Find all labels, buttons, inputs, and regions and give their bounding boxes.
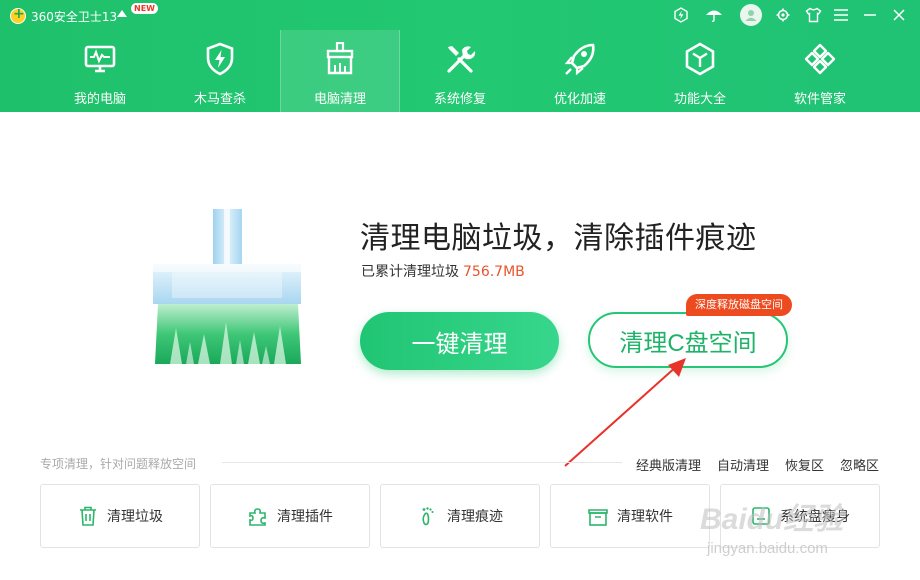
nav-label: 电脑清理 [313,92,366,107]
watermark-url: jingyan.baidu.com [707,540,828,557]
broom-illustration-icon [153,209,301,364]
umbrella-icon[interactable] [705,6,723,24]
nav-label: 木马查杀 [193,92,246,107]
box-icon [588,509,608,526]
auto-clean-link[interactable]: 自动清理 [717,455,769,474]
nav-item-my-computer[interactable]: 我的电脑 [40,30,160,112]
shield-bolt-icon [206,42,234,76]
nav-divider [399,30,400,112]
apps-icon [804,43,836,75]
clean-software-card[interactable]: 清理软件 [550,484,710,548]
card-label: 清理插件 [277,509,333,525]
clean-junk-card[interactable]: 清理垃圾 [40,484,200,548]
nav-divider [280,30,281,112]
skin-shirt-icon[interactable] [804,6,822,24]
nav-label: 软件管家 [793,92,846,107]
monitor-icon [84,45,116,73]
cleaned-summary-label: 已累计清理垃圾 [361,264,459,280]
cube-icon [685,42,715,76]
nav-label: 系统修复 [433,92,486,107]
one-click-clean-button[interactable]: 一键清理 [360,312,559,370]
menu-icon[interactable] [832,6,850,24]
card-label: 清理垃圾 [107,509,163,525]
new-badge: NEW [131,3,158,14]
baidu-watermark: Baidu经验 [700,503,844,536]
nav-label: 优化加速 [553,92,606,107]
broom-icon [326,42,354,75]
app-window: 360安全卫士13 NEW [0,0,920,580]
cleaned-summary: 已累计清理垃圾 756.7MB [361,261,525,281]
special-cleanup-label: 专项清理，针对问题释放空间 [40,457,197,471]
wrench-screwdriver-icon [447,46,476,73]
main-nav: 我的电脑 木马查杀 电脑清理 系统修复 优化加速 功能大全 软件管家 [40,30,920,112]
nav-item-software-manager[interactable]: 软件管家 [760,30,880,112]
nav-item-cleanup[interactable]: 电脑清理 [280,30,400,112]
section-divider [222,462,622,463]
nav-label: 功能大全 [673,92,726,107]
upgrade-arrow-icon[interactable] [117,10,127,17]
card-label: 清理软件 [617,509,673,525]
rocket-icon [564,43,595,76]
trash-icon [80,506,96,526]
settings-gear-icon[interactable] [774,6,792,24]
footprint-icon [422,507,434,526]
boost-icon[interactable] [672,6,690,24]
recovery-area-link[interactable]: 恢复区 [785,455,824,474]
deep-release-tag: 深度释放磁盘空间 [686,294,792,316]
nav-item-system-repair[interactable]: 系统修复 [400,30,520,112]
app-logo-icon [10,6,26,24]
clean-plugins-card[interactable]: 清理插件 [210,484,370,548]
header-bar: 360安全卫士13 NEW [0,0,920,112]
nav-item-optimize[interactable]: 优化加速 [520,30,640,112]
cleaned-amount: 756.7MB [463,264,525,280]
app-title: 360安全卫士13 [31,10,118,24]
nav-item-trojan-scan[interactable]: 木马查杀 [160,30,280,112]
puzzle-icon [249,508,266,526]
nav-label: 我的电脑 [73,92,126,107]
card-label: 清理痕迹 [447,509,503,525]
avatar[interactable] [740,4,762,26]
classic-clean-link[interactable]: 经典版清理 [636,455,701,474]
ignore-area-link[interactable]: 忽略区 [840,455,879,474]
close-icon[interactable] [890,6,908,24]
nav-item-features[interactable]: 功能大全 [640,30,760,112]
clean-traces-card[interactable]: 清理痕迹 [380,484,540,548]
page-headline: 清理电脑垃圾，清除插件痕迹 [360,221,757,256]
minimize-icon[interactable] [861,6,879,24]
annotation-arrow-icon [564,358,686,467]
title-bar: 360安全卫士13 NEW [0,0,920,30]
